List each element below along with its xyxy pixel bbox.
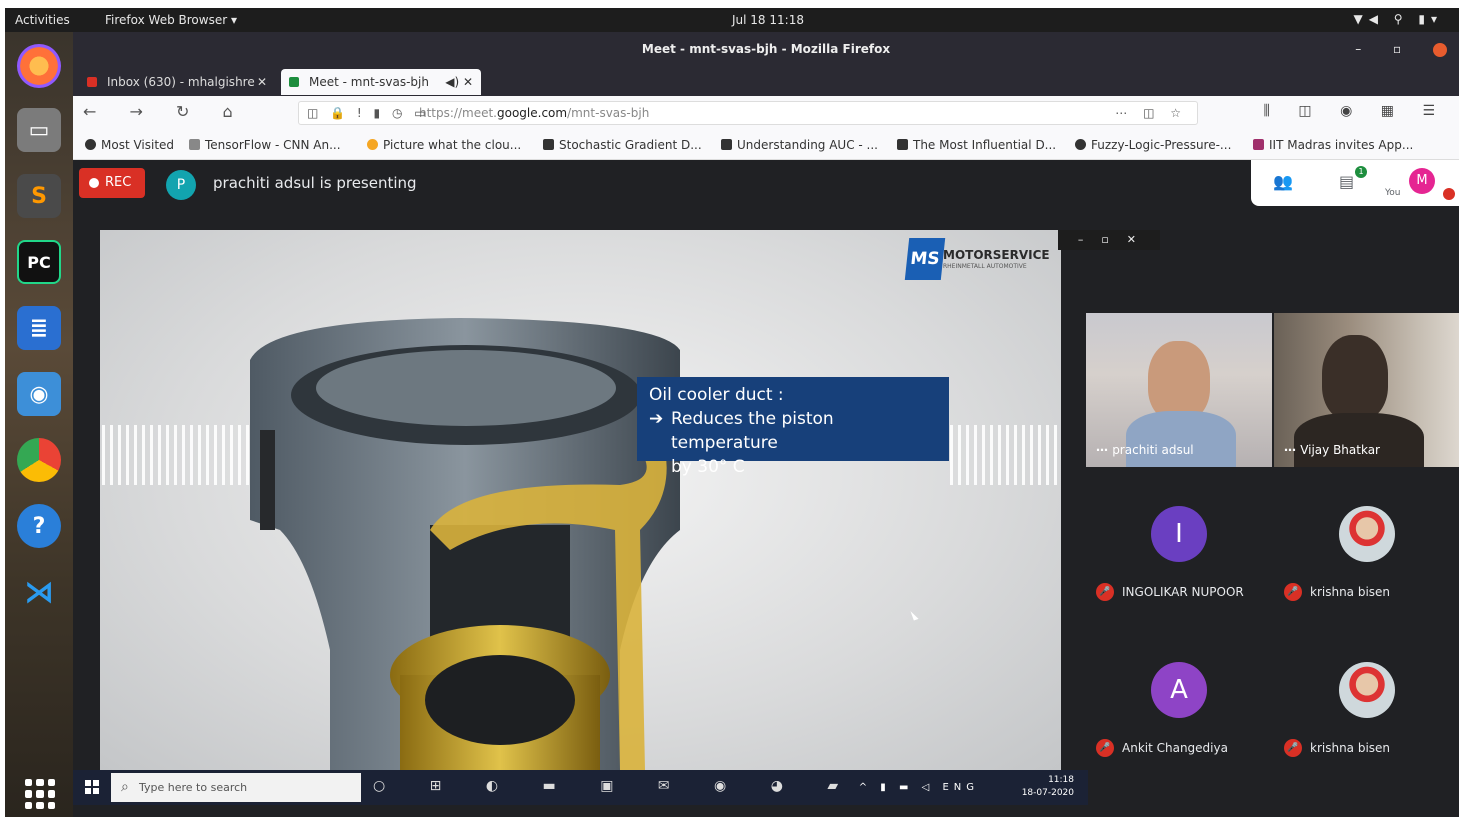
shared-windows-taskbar: Type here to search ○ ⊞ ◐ ▬ ▣ ✉ ◉ ◕ ▰ ^ … [73, 770, 1088, 805]
bookmark-item[interactable]: Picture what the clou... [367, 138, 521, 152]
participant-name: prachiti adsul [1096, 443, 1193, 457]
participant-body [1126, 411, 1236, 467]
system-status-icons[interactable]: ▼◀ ⚲ ▮▾ [1353, 12, 1443, 26]
callout-line: Reduces the piston temperature [671, 409, 834, 453]
participant-video[interactable]: prachiti adsul [1086, 313, 1272, 467]
participant-tile[interactable]: krishna bisen [1274, 630, 1459, 780]
participant-avatar [1339, 662, 1395, 718]
sublime-icon[interactable]: S [17, 174, 61, 218]
meet-top-controls: 👥 ▤ 1 You M [1251, 160, 1459, 206]
tab-strip: Inbox (630) - mhalgishre ✕ Meet - mnt-sv… [73, 66, 1459, 123]
recording-badge: REC [79, 168, 145, 198]
system-tray: ^ ▮ ▬ ◁ ENG 11:18 18-07-2020 [859, 774, 1074, 800]
firefox-window: Meet - mnt-svas-bjh - Mozilla Firefox – … [73, 32, 1459, 817]
window-title: Meet - mnt-svas-bjh - Mozilla Firefox [641, 42, 891, 56]
chat-icon[interactable]: ▤ [1339, 172, 1354, 191]
shared-window-controls[interactable]: –▫✕ [1058, 230, 1160, 250]
taskbar-time: 11:18 [1048, 775, 1074, 785]
bookmark-item[interactable]: TensorFlow - CNN An... [189, 138, 341, 152]
vscode-icon[interactable]: ⋊ [17, 570, 61, 614]
participant-name: krishna bisen [1284, 583, 1390, 601]
close-window-icon[interactable] [1433, 42, 1447, 57]
app-menu[interactable]: Firefox Web Browser ▾ [105, 13, 237, 27]
piston-illustration [250, 318, 680, 770]
tab-meet[interactable]: Meet - mnt-svas-bjh ◀) ✕ [281, 69, 481, 95]
tab-label: Meet - mnt-svas-bjh [309, 75, 429, 89]
firefox-icon[interactable] [17, 44, 61, 88]
page-actions-icons[interactable]: ⋯ ◫ ☆ [1115, 102, 1187, 124]
participant-face [1148, 341, 1210, 421]
navigation-bar: ← → ↻ ⌂ ◫ 🔒 ! ▮ ◷ ▭ https://meet.google.… [73, 96, 1459, 130]
participant-video[interactable]: Vijay Bhatkar [1274, 313, 1459, 467]
participant-face [1322, 335, 1388, 421]
participant-avatar: I [1151, 506, 1207, 562]
tray-icons[interactable]: ^ ▮ ▬ ◁ ENG [859, 781, 979, 794]
logo-text: MOTORSERVICE [943, 248, 1050, 262]
participant-name: krishna bisen [1284, 739, 1390, 757]
url-bar[interactable]: ◫ 🔒 ! ▮ ◷ ▭ https://meet.google.com/mnt-… [298, 101, 1198, 125]
windows-search-field[interactable]: Type here to search [111, 773, 361, 802]
taskbar-app-icons[interactable]: ○ ⊞ ◐ ▬ ▣ ✉ ◉ ◕ ▰ [373, 778, 858, 794]
bookmark-item[interactable]: The Most Influential D... [897, 138, 1056, 152]
presentation-slide: MS MOTORSERVICE RHEINMETALL AUTOMOTIVE O… [100, 230, 1061, 770]
meet-area: REC P prachiti adsul is presenting 👥 ▤ 1… [73, 160, 1459, 817]
windows-start-icon[interactable] [85, 780, 99, 794]
writer-icon[interactable]: ≣ [17, 306, 61, 350]
url-domain: google.com [497, 106, 568, 120]
callout-line: by 30° C [671, 457, 745, 477]
meet-favicon-icon [289, 77, 299, 87]
participant-tile[interactable]: A Ankit Changediya [1086, 630, 1271, 780]
slide-callout: Oil cooler duct : ➔ Reduces the piston te… [637, 377, 949, 477]
bookmark-item[interactable]: Most Visited [85, 138, 174, 152]
system-top-bar: Activities Firefox Web Browser ▾ Jul 18 … [5, 8, 1459, 32]
pycharm-icon[interactable]: PC [17, 240, 61, 284]
self-avatar[interactable]: M [1409, 168, 1435, 194]
tab-inbox[interactable]: Inbox (630) - mhalgishre ✕ [79, 69, 275, 95]
callout-title: Oil cooler duct : [649, 385, 784, 405]
show-apps-icon[interactable] [25, 779, 55, 809]
participant-name: Ankit Changediya [1096, 739, 1228, 757]
presenting-label: prachiti adsul is presenting [213, 174, 417, 192]
participant-name: Vijay Bhatkar [1284, 443, 1380, 457]
site-info-icons[interactable]: ◫ 🔒 ! ▮ ◷ ▭ [307, 102, 430, 124]
participant-tile[interactable]: krishna bisen [1274, 474, 1459, 624]
participant-body [1294, 413, 1424, 467]
dock: ▭ S PC ≣ ◉ ? ⋊ [5, 32, 73, 817]
nav-buttons[interactable]: ← → ↻ ⌂ [83, 102, 247, 121]
people-icon[interactable]: 👥 [1273, 172, 1293, 191]
participant-tile[interactable]: I INGOLIKAR NUPOOR [1086, 474, 1271, 624]
url-prefix: https://meet. [419, 106, 497, 120]
self-label: You [1385, 188, 1401, 198]
motorservice-logo: MS [904, 238, 946, 280]
muted-indicator-icon [1443, 188, 1455, 200]
logo-subtext: RHEINMETALL AUTOMOTIVE [943, 263, 1027, 270]
gmail-favicon-icon [87, 77, 97, 87]
participant-avatar: A [1151, 662, 1207, 718]
activities-button[interactable]: Activities [15, 13, 70, 27]
bookmark-item[interactable]: Fuzzy-Logic-Pressure-... [1075, 138, 1231, 152]
files-icon[interactable]: ▭ [17, 108, 61, 152]
system-clock[interactable]: Jul 18 11:18 [732, 13, 804, 27]
chrome-icon[interactable] [17, 438, 61, 482]
window-controls[interactable]: – ▫ [1355, 32, 1447, 66]
screenshot-icon[interactable]: ◉ [17, 372, 61, 416]
taskbar-date: 18-07-2020 [1021, 788, 1074, 798]
bookmarks-bar: Most Visited TensorFlow - CNN An... Pict… [73, 130, 1459, 160]
bookmark-item[interactable]: IIT Madras invites App... [1253, 138, 1413, 152]
chat-badge: 1 [1355, 166, 1367, 178]
close-tab-icon[interactable]: ◀) ✕ [445, 69, 473, 95]
window-titlebar: Meet - mnt-svas-bjh - Mozilla Firefox – … [73, 32, 1459, 66]
toolbar-right-icons[interactable]: ⫼ ◫ ◉ ▦ ☰ [1264, 103, 1447, 119]
tab-label: Inbox (630) - mhalgishre [107, 75, 255, 89]
participant-name: INGOLIKAR NUPOOR [1096, 583, 1244, 601]
bookmark-item[interactable]: Understanding AUC - ... [721, 138, 878, 152]
url-path: /mnt-svas-bjh [567, 106, 650, 120]
bookmark-item[interactable]: Stochastic Gradient D... [543, 138, 702, 152]
close-tab-icon[interactable]: ✕ [257, 69, 267, 95]
help-icon[interactable]: ? [17, 504, 61, 548]
arrow-icon: ➔ [649, 409, 664, 429]
presenter-avatar: P [166, 170, 196, 200]
participant-avatar [1339, 506, 1395, 562]
